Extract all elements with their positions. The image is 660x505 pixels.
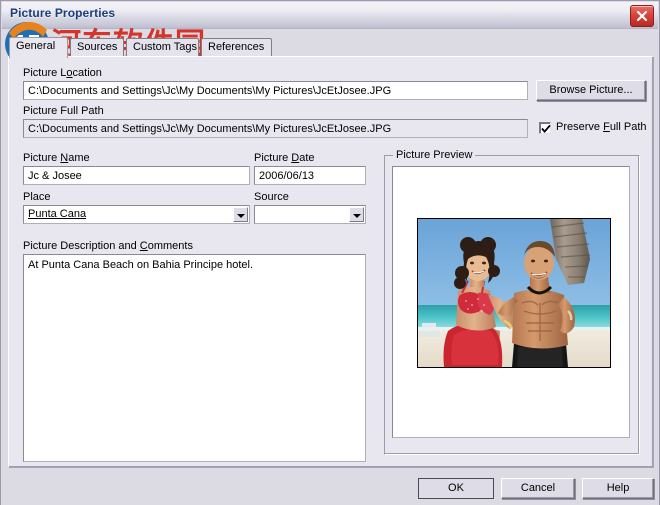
picture-location-label: Picture Location — [23, 67, 102, 79]
place-label: Place — [23, 191, 51, 203]
checkmark-icon — [541, 124, 551, 133]
picture-preview-label: Picture Preview — [393, 149, 476, 161]
tab-general[interactable]: General — [9, 37, 68, 58]
tab-references[interactable]: References — [201, 38, 272, 57]
picture-name-label: Picture Name — [23, 152, 90, 164]
general-tab-panel: Picture Location C:\Documents and Settin… — [8, 56, 654, 468]
close-icon[interactable] — [630, 5, 654, 27]
picture-preview-area[interactable] — [392, 166, 630, 438]
help-button[interactable]: Help — [582, 478, 654, 499]
dialog-footer: OK Cancel Help — [1, 469, 659, 505]
checkbox-box[interactable] — [539, 122, 551, 134]
picture-date-label: Picture Date — [254, 152, 315, 164]
description-label: Picture Description and Comments — [23, 240, 193, 252]
preview-photo — [417, 218, 611, 368]
place-value: Punta Cana — [28, 208, 87, 220]
place-combobox[interactable]: Punta Cana — [23, 205, 250, 224]
picture-name-input[interactable]: Jc & Josee — [23, 166, 250, 185]
tab-custom-tags[interactable]: Custom Tags — [126, 38, 199, 57]
chevron-down-icon[interactable] — [233, 207, 248, 222]
title-bar[interactable]: Picture Properties — [2, 2, 658, 29]
source-label: Source — [254, 191, 289, 203]
source-combobox[interactable] — [254, 205, 366, 224]
chevron-down-icon[interactable] — [349, 207, 364, 222]
browse-picture-button[interactable]: Browse Picture... — [536, 80, 646, 101]
window-title: Picture Properties — [10, 6, 116, 20]
picture-properties-dialog: Picture Properties 河东软件园 www.pc0359.com … — [0, 0, 660, 505]
preserve-full-path-label: Preserve Full Path — [556, 121, 647, 133]
picture-full-path-input: C:\Documents and Settings\Jc\My Document… — [23, 119, 528, 138]
picture-preview-groupbox: Picture Preview — [384, 149, 640, 455]
picture-date-input[interactable]: 2006/06/13 — [254, 166, 366, 185]
picture-full-path-label: Picture Full Path — [23, 105, 104, 117]
couple-on-beach-photo — [418, 219, 610, 367]
tab-sources[interactable]: Sources — [70, 38, 124, 57]
description-textarea[interactable]: At Punta Cana Beach on Bahia Principe ho… — [23, 254, 366, 462]
picture-location-input[interactable]: C:\Documents and Settings\Jc\My Document… — [23, 81, 528, 100]
ok-button[interactable]: OK — [418, 478, 494, 499]
cancel-button[interactable]: Cancel — [501, 478, 575, 499]
